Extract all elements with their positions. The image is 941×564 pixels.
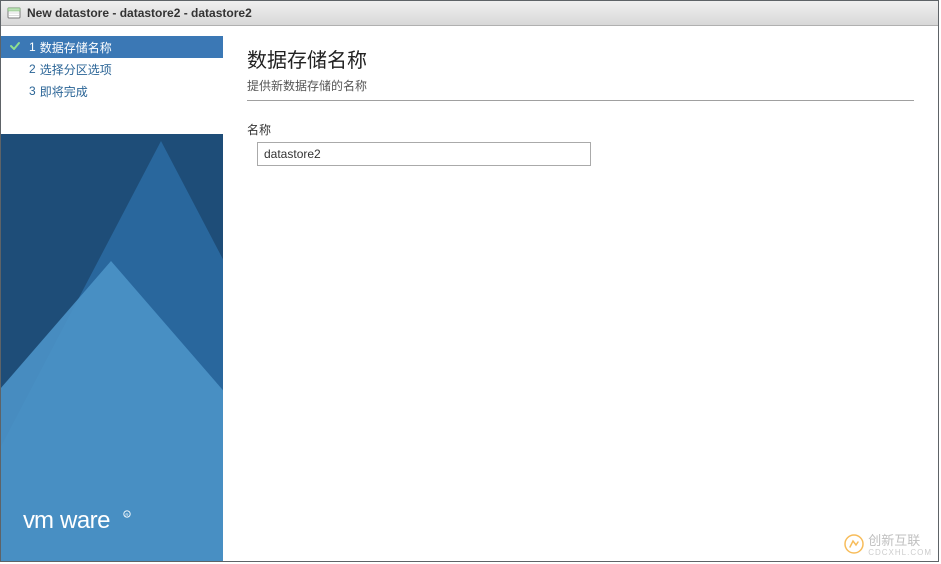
watermark-sub: CDCXHL.COM — [868, 549, 932, 557]
step-label: 数据存储名称 — [40, 39, 112, 56]
titlebar: New datastore - datastore2 - datastore2 — [1, 1, 938, 26]
watermark-icon — [844, 534, 864, 554]
separator — [247, 100, 914, 101]
svg-text:ware: ware — [59, 508, 110, 534]
datastore-icon — [7, 6, 21, 20]
step-number: 3 — [29, 84, 36, 98]
dialog-body: 1 数据存储名称 2 选择分区选项 3 即将完成 vm ware R — [1, 26, 938, 561]
watermark-brand: 创新互联 — [868, 533, 920, 548]
step-datastore-name[interactable]: 1 数据存储名称 — [1, 36, 223, 58]
svg-text:vm: vm — [23, 508, 53, 534]
window-title: New datastore - datastore2 - datastore2 — [27, 6, 252, 20]
page-subtitle: 提供新数据存储的名称 — [247, 77, 914, 94]
wizard-steps: 1 数据存储名称 2 选择分区选项 3 即将完成 — [1, 36, 223, 102]
step-number: 1 — [29, 40, 36, 54]
dialog-window: New datastore - datastore2 - datastore2 … — [0, 0, 939, 562]
vmware-logo: vm ware R — [23, 508, 173, 539]
step-label: 即将完成 — [40, 83, 88, 100]
watermark: 创新互联 CDCXHL.COM — [844, 530, 932, 557]
page-title: 数据存储名称 — [247, 44, 914, 73]
datastore-name-input[interactable] — [257, 142, 591, 166]
step-label: 选择分区选项 — [40, 61, 112, 78]
step-partition-options[interactable]: 2 选择分区选项 — [1, 58, 223, 80]
check-icon — [9, 40, 21, 52]
wizard-content: 数据存储名称 提供新数据存储的名称 名称 — [223, 26, 938, 561]
wizard-sidebar: 1 数据存储名称 2 选择分区选项 3 即将完成 vm ware R — [1, 26, 223, 561]
step-ready-complete[interactable]: 3 即将完成 — [1, 80, 223, 102]
name-label: 名称 — [247, 121, 914, 138]
step-number: 2 — [29, 62, 36, 76]
